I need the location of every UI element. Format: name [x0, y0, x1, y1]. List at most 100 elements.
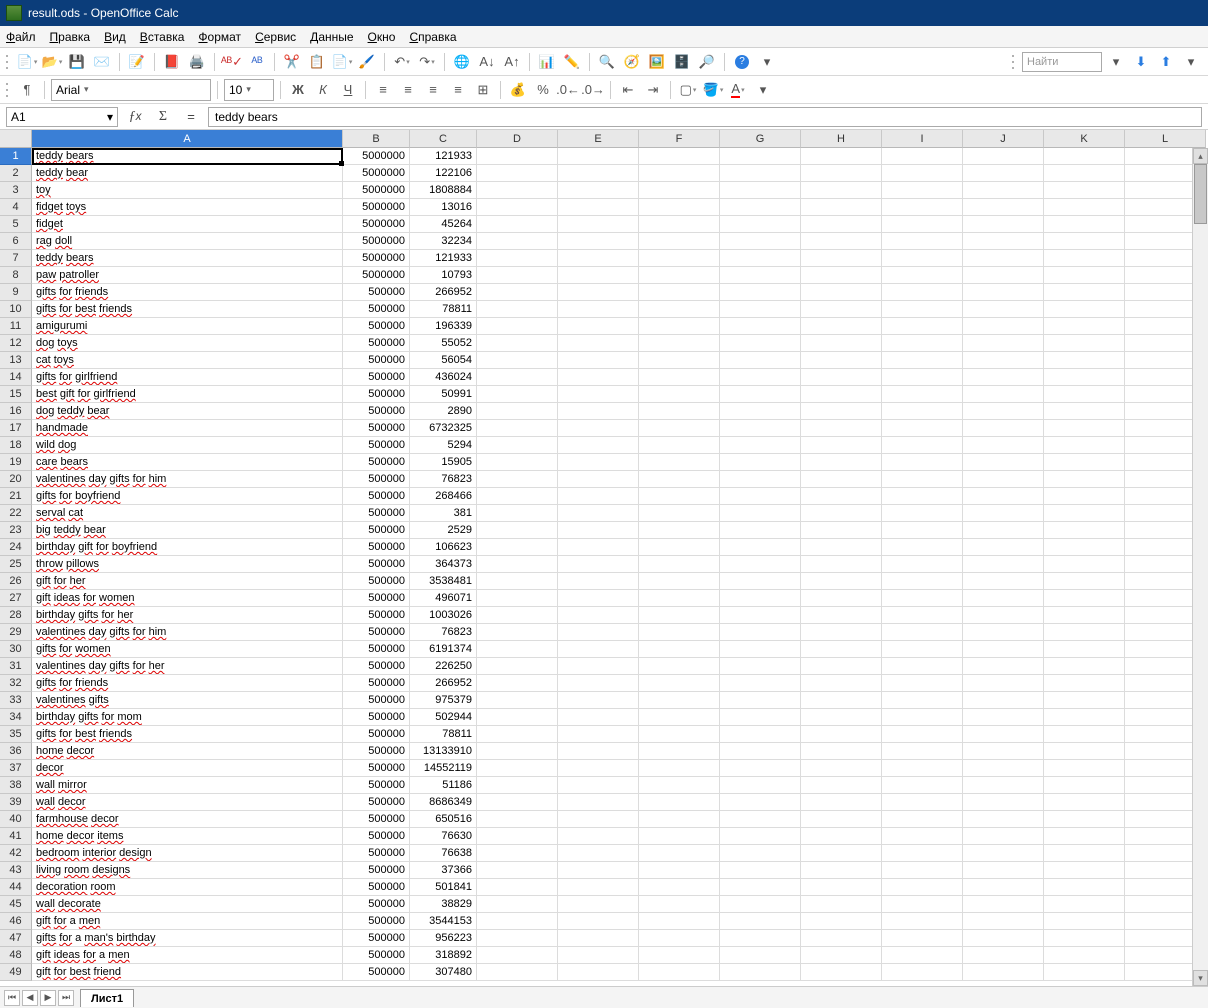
row-header[interactable]: 30 [0, 641, 32, 658]
col-header-F[interactable]: F [639, 130, 720, 148]
cell[interactable]: 975379 [410, 692, 477, 709]
formula-input[interactable]: teddy bears [208, 107, 1202, 127]
scroll-up-button[interactable]: ▴ [1193, 148, 1208, 164]
spellcheck-button[interactable]: ᴬᴮ✓ [221, 51, 243, 73]
cell[interactable] [720, 335, 801, 352]
cell[interactable] [477, 845, 558, 862]
cell[interactable] [477, 233, 558, 250]
cell[interactable] [882, 845, 963, 862]
cell[interactable]: 6732325 [410, 420, 477, 437]
row-header[interactable]: 35 [0, 726, 32, 743]
cell[interactable] [639, 505, 720, 522]
cell[interactable]: big teddy bear [32, 522, 343, 539]
undo-button[interactable]: ↶ [391, 51, 413, 73]
currency-button[interactable]: 💰 [507, 79, 529, 101]
cell[interactable] [963, 964, 1044, 981]
vertical-scrollbar[interactable]: ▴ ▾ [1192, 148, 1208, 986]
cell[interactable] [477, 539, 558, 556]
cell[interactable] [882, 233, 963, 250]
row-header[interactable]: 42 [0, 845, 32, 862]
cell[interactable]: 500000 [343, 913, 410, 930]
cell[interactable] [720, 913, 801, 930]
scroll-thumb[interactable] [1194, 164, 1207, 224]
cell[interactable] [963, 658, 1044, 675]
row-header[interactable]: 9 [0, 284, 32, 301]
cell[interactable] [558, 522, 639, 539]
name-box[interactable]: A1▾ [6, 107, 118, 127]
cell[interactable]: 45264 [410, 216, 477, 233]
italic-button[interactable]: К [312, 79, 334, 101]
cell[interactable] [882, 301, 963, 318]
decrease-indent-button[interactable]: ⇤ [617, 79, 639, 101]
row-header[interactable]: 39 [0, 794, 32, 811]
cell[interactable]: 5000000 [343, 250, 410, 267]
cell[interactable]: gifts for best friends [32, 726, 343, 743]
row-header[interactable]: 29 [0, 624, 32, 641]
menu-вставка[interactable]: Вставка [140, 30, 185, 44]
cell[interactable] [720, 284, 801, 301]
cell[interactable]: 3538481 [410, 573, 477, 590]
cell[interactable] [801, 845, 882, 862]
find-dropdown-icon[interactable]: ▾ [1105, 51, 1127, 73]
cell[interactable] [720, 301, 801, 318]
cell[interactable] [963, 675, 1044, 692]
table-row[interactable]: wall decorate50000038829 [32, 896, 1208, 913]
cell[interactable]: 500000 [343, 879, 410, 896]
cell[interactable] [477, 250, 558, 267]
cell[interactable]: 76823 [410, 624, 477, 641]
cell[interactable] [558, 709, 639, 726]
table-row[interactable]: birthday gifts for her5000001003026 [32, 607, 1208, 624]
row-header[interactable]: 16 [0, 403, 32, 420]
table-row[interactable]: toy50000001808884 [32, 182, 1208, 199]
cell[interactable] [720, 505, 801, 522]
cell[interactable] [963, 607, 1044, 624]
cell[interactable]: 3544153 [410, 913, 477, 930]
toolbar-overflow-icon[interactable]: ▾ [756, 51, 778, 73]
cell[interactable] [963, 522, 1044, 539]
cell[interactable]: valentines day gifts for him [32, 471, 343, 488]
cell[interactable] [1044, 437, 1125, 454]
cell[interactable] [882, 335, 963, 352]
table-row[interactable]: gift for her5000003538481 [32, 573, 1208, 590]
cell[interactable] [639, 845, 720, 862]
row-header[interactable]: 7 [0, 250, 32, 267]
cell[interactable] [882, 862, 963, 879]
cell[interactable] [639, 794, 720, 811]
cell[interactable] [963, 573, 1044, 590]
cell[interactable] [558, 182, 639, 199]
tab-next-button[interactable]: ▶ [40, 990, 56, 1006]
cell[interactable]: 122106 [410, 165, 477, 182]
cell[interactable] [639, 437, 720, 454]
cell[interactable] [558, 879, 639, 896]
cell[interactable] [639, 913, 720, 930]
cell[interactable] [1044, 760, 1125, 777]
cell[interactable]: 5000000 [343, 267, 410, 284]
table-row[interactable]: gifts for best friends50000078811 [32, 301, 1208, 318]
cell[interactable] [720, 862, 801, 879]
cell[interactable] [1044, 930, 1125, 947]
cell[interactable] [882, 267, 963, 284]
cell[interactable] [720, 420, 801, 437]
cell[interactable]: 318892 [410, 947, 477, 964]
cell[interactable] [882, 896, 963, 913]
cell[interactable]: gifts for women [32, 641, 343, 658]
cell[interactable] [801, 318, 882, 335]
cell[interactable] [720, 539, 801, 556]
table-row[interactable]: paw patroller500000010793 [32, 267, 1208, 284]
cell[interactable] [1044, 726, 1125, 743]
cell[interactable] [477, 709, 558, 726]
table-row[interactable]: gift for a men5000003544153 [32, 913, 1208, 930]
cell[interactable] [1044, 590, 1125, 607]
cell[interactable] [963, 267, 1044, 284]
cell[interactable] [801, 522, 882, 539]
cell[interactable] [963, 641, 1044, 658]
cell[interactable] [558, 777, 639, 794]
open-button[interactable]: 📂 [41, 51, 63, 73]
cell[interactable]: wild dog [32, 437, 343, 454]
cell[interactable] [882, 692, 963, 709]
cell[interactable] [477, 318, 558, 335]
cell[interactable] [801, 607, 882, 624]
cell[interactable] [963, 420, 1044, 437]
cell[interactable] [963, 845, 1044, 862]
cell[interactable] [558, 437, 639, 454]
